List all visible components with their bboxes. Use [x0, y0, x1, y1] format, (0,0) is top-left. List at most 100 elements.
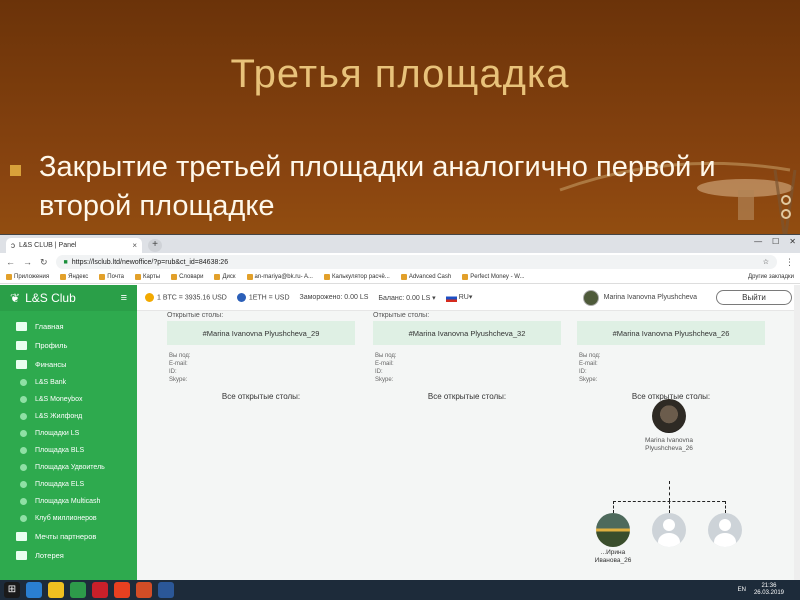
- input-language[interactable]: EN: [738, 587, 746, 593]
- menu-item-icon: [16, 341, 27, 350]
- sidebar-item[interactable]: Главная: [0, 317, 137, 336]
- sidebar-item-label: Площадка Удвоитель: [35, 464, 105, 471]
- bookmark-item[interactable]: an-mariya@bk.ru- A...: [246, 274, 313, 280]
- table-card[interactable]: #Marina Ivanovna Plyushcheva_26: [577, 321, 765, 345]
- info-field: ID:: [375, 369, 383, 375]
- ethereum-icon: [236, 293, 246, 302]
- table-column: Открытые столы: #Marina Ivanovna Plyushch…: [167, 311, 355, 401]
- opera-icon[interactable]: [92, 582, 108, 598]
- sidebar-item[interactable]: Лотерея: [0, 546, 137, 565]
- child-name: ...Ирина Иванова_26: [594, 549, 632, 564]
- sidebar-item-label: Площадка Multicash: [35, 498, 101, 505]
- powerpoint-icon[interactable]: [136, 582, 152, 598]
- bookmark-item[interactable]: Почта: [99, 274, 124, 280]
- empty-slot-avatar[interactable]: [652, 513, 686, 547]
- browser-tab[interactable]: ↄ L&S CLUB | Panel ×: [6, 238, 142, 253]
- info-field: Вы под:: [579, 353, 601, 359]
- bookmark-favicon-icon: [171, 274, 178, 280]
- language-select[interactable]: RU▾: [445, 293, 472, 302]
- bookmark-item[interactable]: Диск: [214, 274, 236, 280]
- sidebar-item[interactable]: L&S Жилфонд: [0, 408, 137, 425]
- bookmark-item[interactable]: Яндекс: [60, 274, 88, 280]
- tab-close-icon[interactable]: ×: [132, 241, 137, 250]
- reload-icon[interactable]: ↻: [40, 257, 48, 268]
- bookmark-label: an-mariya@bk.ru- A...: [254, 274, 313, 280]
- url-text: https://lsclub.ltd/newoffice/?p=rub&ct_i…: [71, 258, 229, 266]
- bullet-text: Закрытие третьей площадки аналогично пер…: [39, 151, 716, 222]
- table-info: Вы под: E-mail: ID: Skype:: [373, 352, 561, 384]
- sidebar-item[interactable]: Площадка Удвоитель: [0, 459, 137, 476]
- url-field[interactable]: ■ https://lsclub.ltd/newoffice/?p=rub&ct…: [55, 255, 777, 269]
- sidebar-item[interactable]: Площадки LS: [0, 425, 137, 442]
- bullet-dot-icon: [20, 396, 27, 403]
- minimize-icon[interactable]: —: [754, 237, 762, 246]
- sidebar-item[interactable]: Мечты партнеров: [0, 527, 137, 546]
- tab-bar: ↄ L&S CLUB | Panel × + — ☐ ✕: [0, 235, 800, 253]
- maximize-icon[interactable]: ☐: [772, 237, 779, 246]
- forward-icon[interactable]: →: [23, 257, 32, 267]
- bookmark-item[interactable]: Perfect Money - W...: [462, 274, 525, 280]
- table-card[interactable]: #Marina Ivanovna Plyushcheva_29: [167, 321, 355, 345]
- sidebar-item[interactable]: Площадка BLS: [0, 442, 137, 459]
- logout-button[interactable]: Выйти: [716, 290, 792, 305]
- sidebar-item[interactable]: Клуб миллионеров: [0, 510, 137, 527]
- vertical-scrollbar[interactable]: [794, 285, 800, 581]
- browser-screenshot: ↄ L&S CLUB | Panel × + — ☐ ✕ ← → ↻ ■ htt…: [0, 234, 800, 600]
- bookmark-favicon-icon: [134, 274, 141, 280]
- info-field: E-mail:: [375, 361, 394, 367]
- bookmark-other[interactable]: Другие закладки: [746, 274, 794, 280]
- all-open-tables-label: Все открытые столы:: [221, 392, 301, 401]
- menu-icon[interactable]: ⋮: [785, 257, 794, 268]
- avatar[interactable]: [582, 289, 599, 306]
- windows-taskbar: ⊞ EN 21:36 26.03.2019: [0, 580, 800, 600]
- bullet-dot-icon: [20, 481, 27, 488]
- word-icon[interactable]: [158, 582, 174, 598]
- bookmark-item[interactable]: Advanced Cash: [400, 274, 451, 280]
- menu-item-icon: [16, 551, 27, 560]
- sidebar-item[interactable]: Финансы: [0, 355, 137, 374]
- chrome-icon[interactable]: [70, 582, 86, 598]
- table-name: #Marina Ivanovna Plyushcheva_32: [408, 328, 526, 338]
- new-tab-button[interactable]: +: [148, 239, 162, 252]
- start-icon[interactable]: ⊞: [4, 582, 20, 598]
- bookmark-item[interactable]: Словари: [171, 274, 203, 280]
- slide-bullet: Закрытие третьей площадки аналогично пер…: [10, 148, 770, 226]
- slide-title: Третья площадка: [230, 52, 570, 96]
- table-card[interactable]: #Marina Ivanovna Plyushcheva_32: [373, 321, 561, 345]
- info-field: Вы под:: [169, 353, 191, 359]
- bookmark-favicon-icon: [323, 274, 330, 280]
- folder-icon[interactable]: [48, 582, 64, 598]
- address-bar-row: ← → ↻ ■ https://lsclub.ltd/newoffice/?p=…: [0, 253, 800, 271]
- ie-icon[interactable]: [26, 582, 42, 598]
- bookmark-item[interactable]: Приложения: [6, 274, 49, 280]
- balance-dropdown[interactable]: Баланс: 0.00 LS ▾: [378, 294, 435, 302]
- bookmark-star-icon[interactable]: ☆: [763, 258, 769, 266]
- sidebar-item[interactable]: L&S Moneybox: [0, 391, 137, 408]
- bookmark-favicon-icon: [99, 274, 106, 280]
- bookmark-favicon-icon: [462, 274, 469, 280]
- child-avatar-filled[interactable]: [596, 513, 630, 547]
- close-window-icon[interactable]: ✕: [789, 237, 796, 246]
- bullet-dot-icon: [20, 447, 27, 454]
- root-avatar[interactable]: [652, 399, 686, 433]
- yandex-icon[interactable]: [114, 582, 130, 598]
- bookmark-favicon-icon: [60, 274, 67, 280]
- sidebar-item[interactable]: Профиль: [0, 336, 137, 355]
- table-column: Открытые столы: #Marina Ivanovna Plyushch…: [373, 311, 561, 401]
- bookmark-item[interactable]: Карты: [134, 274, 160, 280]
- empty-slot-avatar[interactable]: [708, 513, 742, 547]
- sidebar-item[interactable]: Площадка Multicash: [0, 493, 137, 510]
- clock[interactable]: 21:36 26.03.2019: [754, 583, 784, 597]
- hamburger-menu-icon[interactable]: ≡: [121, 292, 127, 304]
- sidebar-item[interactable]: Площадка ELS: [0, 476, 137, 493]
- info-field: ID:: [579, 369, 587, 375]
- top-bar: 1 BTC = 3935.16 USD 1ETH = USD Заморожен…: [137, 285, 800, 311]
- sidebar-item[interactable]: L&S Bank: [0, 374, 137, 391]
- bookmark-label: Диск: [222, 274, 236, 280]
- sidebar-item-label: Площадка BLS: [35, 447, 85, 454]
- back-icon[interactable]: ←: [6, 257, 15, 267]
- bookmark-item[interactable]: Калькулятор расчё...: [323, 274, 390, 280]
- eth-rate-text: 1ETH = USD: [248, 294, 290, 302]
- sidebar-item-label: Главная: [35, 322, 64, 331]
- bullet-dot-icon: [20, 379, 27, 386]
